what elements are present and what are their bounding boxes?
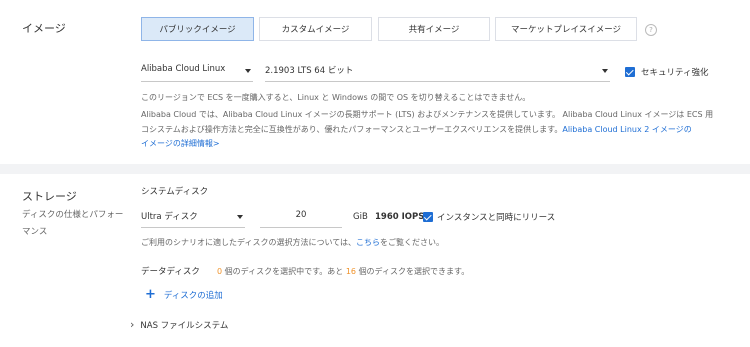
version-select[interactable]: 2.1903 LTS 64 ビット — [265, 64, 610, 82]
lts-note-line1: Alibaba Cloud では、Alibaba Cloud Linux イメー… — [141, 110, 714, 119]
storage-section: ストレージ ディスクの仕様とパフォーマンス システムディスク Ultra ディス… — [0, 174, 750, 347]
add-disk-button[interactable]: + ディスクの追加 — [145, 287, 223, 302]
disk-size-input[interactable]: 20 — [260, 210, 342, 228]
tab-public-image[interactable]: パブリックイメージ — [141, 17, 254, 41]
nas-file-system-label: NAS ファイルシステム — [140, 320, 229, 331]
section-title-image: イメージ — [22, 22, 66, 35]
help-icon[interactable]: ? — [645, 24, 657, 36]
tab-custom-image[interactable]: カスタムイメージ — [259, 17, 372, 41]
remaining-disk-count: 16 — [345, 267, 357, 276]
chevron-down-icon — [602, 69, 608, 73]
section-title-storage: ストレージ — [22, 190, 77, 203]
os-select[interactable]: Alibaba Cloud Linux — [141, 64, 253, 82]
image-details-link[interactable]: イメージの詳細情報> — [141, 138, 220, 149]
tab-marketplace-image[interactable]: マーケットプレイスイメージ — [495, 17, 637, 41]
release-with-instance-checkbox[interactable] — [423, 212, 433, 222]
security-checkbox[interactable] — [625, 67, 635, 77]
chevron-right-icon: › — [130, 318, 135, 331]
disk-guide-link[interactable]: こちら — [356, 238, 380, 247]
disk-iops: 1960 IOPS — [375, 212, 425, 222]
tab-shared-image[interactable]: 共有イメージ — [378, 17, 490, 41]
disk-selection-note: ご利用のシナリオに適したディスクの選択方法については、こちらをご覧ください。 — [141, 238, 445, 247]
alinux2-link[interactable]: Alibaba Cloud Linux 2 イメージの — [562, 125, 691, 134]
storage-description: ディスクの仕様とパフォーマンス — [22, 210, 124, 237]
add-disk-label: ディスクの追加 — [163, 290, 223, 301]
image-section: イメージ パブリックイメージ カスタムイメージ 共有イメージ マーケットプレイス… — [0, 0, 750, 164]
security-checkbox-label: セキュリティ強化 — [641, 68, 709, 78]
data-disk-count-note: 0 個のディスクを選択中です。あと 16 個のディスクを選択できます。 — [217, 267, 470, 276]
data-disk-label: データディスク — [141, 267, 200, 277]
disk-type-select[interactable]: Ultra ディスク — [141, 210, 245, 228]
os-switch-note: このリージョンで ECS を一度購入すると、Linux と Windows の間… — [141, 93, 531, 102]
lts-note-line2: コシステムおよび操作方法と完全に互換性があり、優れたパフォーマンスとユーザーエク… — [141, 125, 692, 134]
chevron-down-icon — [237, 215, 243, 219]
disk-size-unit: GiB — [353, 212, 368, 222]
chevron-down-icon — [245, 69, 251, 73]
release-with-instance-label: インスタンスと同時にリリース — [437, 213, 556, 223]
plus-icon: + — [145, 287, 156, 302]
nas-file-system-toggle[interactable]: › NAS ファイルシステム — [130, 318, 228, 331]
selected-disk-count: 0 — [217, 267, 223, 276]
system-disk-label: システムディスク — [141, 187, 209, 197]
